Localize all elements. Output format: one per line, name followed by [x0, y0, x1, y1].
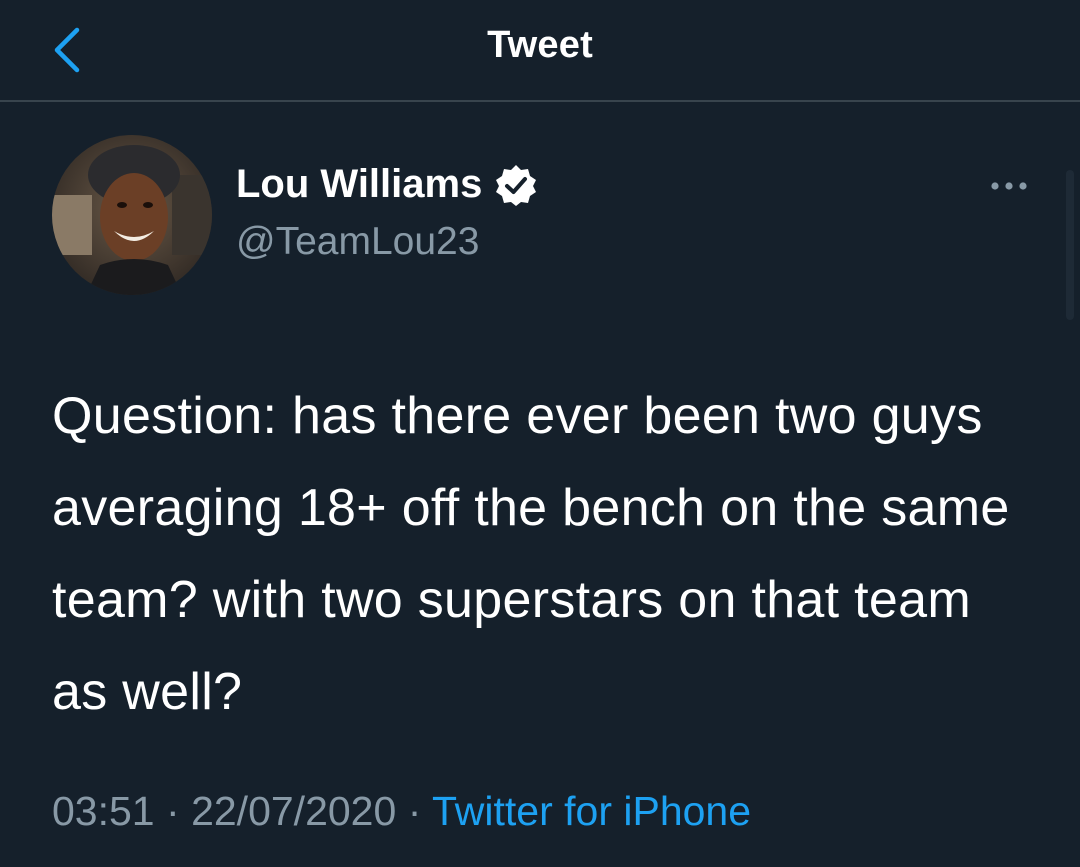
meta-separator: ·: [407, 788, 422, 834]
avatar-photo: [52, 135, 212, 295]
meta-separator: ·: [166, 788, 180, 834]
author-avatar[interactable]: [52, 135, 212, 295]
tweet-time: 03:51: [52, 788, 155, 834]
tweet-text: Question: has there ever been two guys a…: [52, 387, 1010, 721]
ellipsis-icon: [991, 182, 1027, 190]
verified-badge-icon: [494, 163, 538, 207]
top-navigation-bar: Tweet: [0, 0, 1080, 102]
tweet-source-link[interactable]: Twitter for iPhone: [432, 788, 751, 834]
scrollbar[interactable]: [1066, 170, 1074, 320]
author-name-label: Lou Williams: [236, 162, 483, 206]
author-name[interactable]: Lou Williams: [236, 162, 538, 207]
page-title: Tweet: [487, 24, 593, 66]
more-options-button[interactable]: [984, 168, 1034, 204]
author-handle[interactable]: @TeamLou23: [236, 220, 479, 264]
tweet-date: 22/07/2020: [191, 788, 397, 834]
tweet-meta: 03:51 · 22/07/2020 · Twitter for iPhone: [52, 788, 751, 835]
